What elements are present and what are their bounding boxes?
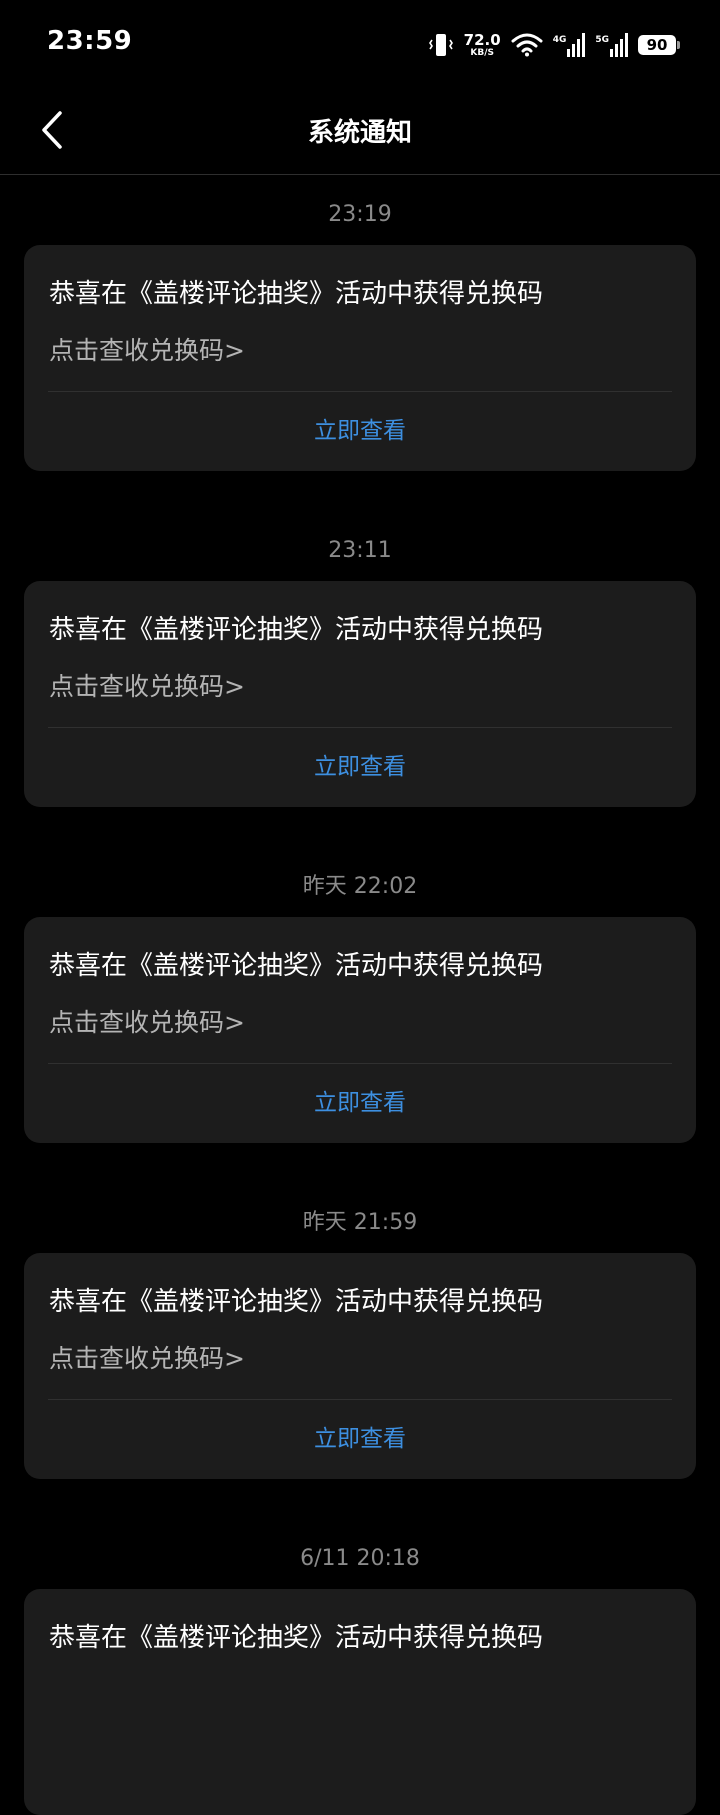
notice-title: 恭喜在《盖楼评论抽奖》活动中获得兑换码: [49, 615, 544, 645]
notice-title: 恭喜在《盖楼评论抽奖》活动中获得兑换码: [49, 279, 544, 309]
notice-card[interactable]: 恭喜在《盖楼评论抽奖》活动中获得兑换码 点击查收兑换码> 立即查看: [24, 1253, 696, 1479]
signal-4g: 4G: [553, 33, 586, 57]
notice-group: 昨天 22:02 恭喜在《盖楼评论抽奖》活动中获得兑换码 点击查收兑换码> 立即…: [0, 847, 720, 1183]
notice-card[interactable]: 恭喜在《盖楼评论抽奖》活动中获得兑换码 点击查收兑换码> 立即查看: [24, 917, 696, 1143]
notice-card[interactable]: 恭喜在《盖楼评论抽奖》活动中获得兑换码 点击查收兑换码> 立即查看: [24, 581, 696, 807]
wifi-icon: [511, 33, 543, 57]
signal-icon: [610, 33, 628, 57]
notice-title: 恭喜在《盖楼评论抽奖》活动中获得兑换码: [49, 1623, 544, 1653]
network-speed-value: 72.0: [463, 30, 501, 49]
notice-group: 23:19 恭喜在《盖楼评论抽奖》活动中获得兑换码 点击查收兑换码> 立即查看: [0, 175, 720, 511]
notice-title: 恭喜在《盖楼评论抽奖》活动中获得兑换码: [49, 951, 544, 981]
signal-icon: [567, 33, 586, 57]
view-now-button[interactable]: 立即查看: [24, 1399, 696, 1479]
notice-group: 昨天 21:59 恭喜在《盖楼评论抽奖》活动中获得兑换码 点击查收兑换码> 立即…: [0, 1183, 720, 1519]
view-code-link[interactable]: 点击查收兑换码>: [49, 667, 245, 703]
network-speed-unit: KB/S: [470, 47, 494, 58]
notice-card[interactable]: 恭喜在《盖楼评论抽奖》活动中获得兑换码 点击查收兑换码> 立即查看: [24, 245, 696, 471]
vibrate-icon: [428, 32, 454, 58]
view-now-button[interactable]: 立即查看: [24, 391, 696, 471]
status-time: 23:59: [47, 26, 133, 56]
signal-4g-label: 4G: [552, 35, 567, 45]
page-title: 系统通知: [307, 118, 412, 148]
signal-5g-label: 5G: [595, 35, 609, 45]
notice-title: 恭喜在《盖楼评论抽奖》活动中获得兑换码: [49, 1287, 544, 1317]
battery-icon: 90: [638, 35, 680, 55]
notice-time: 昨天 22:02: [302, 874, 418, 899]
notice-list[interactable]: 23:19 恭喜在《盖楼评论抽奖》活动中获得兑换码 点击查收兑换码> 立即查看 …: [0, 175, 720, 1815]
signal-5g: 5G: [595, 33, 628, 57]
notice-group: 6/11 20:18 恭喜在《盖楼评论抽奖》活动中获得兑换码: [0, 1519, 720, 1815]
network-speed: 72.0 KB/S: [463, 30, 501, 58]
notice-group: 23:11 恭喜在《盖楼评论抽奖》活动中获得兑换码 点击查收兑换码> 立即查看: [0, 511, 720, 847]
view-code-link[interactable]: 点击查收兑换码>: [49, 331, 245, 367]
notice-time: 23:11: [328, 538, 392, 563]
view-code-link[interactable]: 点击查收兑换码>: [49, 1339, 245, 1375]
notice-time: 23:19: [328, 202, 392, 227]
status-icons: 72.0 KB/S 4G 5G 90: [418, 28, 680, 62]
notice-time: 昨天 21:59: [302, 1210, 418, 1235]
nav-bar: 系统通知: [0, 90, 720, 175]
status-bar: 23:59 72.0 KB/S 4G 5G 90: [0, 0, 720, 90]
view-now-button[interactable]: 立即查看: [24, 727, 696, 807]
notice-card[interactable]: 恭喜在《盖楼评论抽奖》活动中获得兑换码: [24, 1589, 696, 1815]
notice-time: 6/11 20:18: [300, 1546, 420, 1571]
view-now-button[interactable]: 立即查看: [24, 1063, 696, 1143]
view-code-link[interactable]: 点击查收兑换码>: [49, 1003, 245, 1039]
